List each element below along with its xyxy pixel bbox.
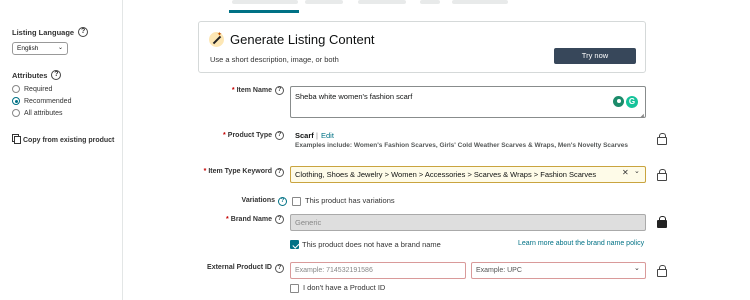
help-icon[interactable]: ? (275, 215, 284, 224)
help-icon[interactable]: ? (278, 197, 287, 206)
chevron-down-icon: ⌄ (57, 45, 63, 51)
variations-checkbox[interactable] (292, 197, 301, 206)
lock-icon (657, 169, 667, 181)
radio-recommended[interactable]: Recommended (12, 97, 71, 105)
copy-icon (12, 134, 21, 144)
radio-button[interactable] (12, 97, 20, 105)
chevron-down-icon[interactable]: ⌄ (634, 264, 640, 272)
radio-required[interactable]: Required (12, 85, 52, 93)
product-type-examples: Examples include: Women's Fashion Scarve… (295, 142, 629, 149)
attributes-heading: Attributes ? (12, 70, 62, 80)
no-product-id-checkbox[interactable] (290, 284, 299, 293)
grammarly-icon[interactable]: G (626, 96, 638, 108)
tab-active[interactable] (232, 0, 298, 4)
tab[interactable] (452, 0, 508, 4)
listing-language-heading: Listing Language ? (12, 27, 89, 37)
help-icon[interactable]: ? (275, 168, 284, 177)
generate-title: Generate Listing Content (230, 32, 375, 47)
magic-wand-icon (209, 31, 224, 47)
variations-checkbox-label: This product has variations (305, 196, 395, 205)
no-brand-checkbox[interactable] (290, 240, 299, 249)
help-icon[interactable]: ? (275, 264, 284, 273)
help-icon[interactable]: ? (78, 27, 89, 37)
product-type-value: Scarf (295, 131, 314, 140)
product-id-type-select[interactable]: Example: UPC (471, 262, 646, 279)
generate-listing-card: Generate Listing Content Use a short des… (198, 21, 646, 73)
radio-all-attributes[interactable]: All attributes (12, 109, 63, 117)
copy-from-existing-product[interactable]: Copy from existing product (12, 134, 117, 146)
tab[interactable] (420, 0, 440, 4)
brand-policy-link[interactable]: Learn more about the brand name policy (518, 240, 644, 247)
product-type-edit-link[interactable]: Edit (321, 131, 334, 140)
radio-button[interactable] (12, 85, 20, 93)
help-icon[interactable]: ? (275, 131, 284, 140)
radio-button[interactable] (12, 109, 20, 117)
location-pin-icon[interactable] (613, 96, 624, 107)
item-name-label: * Item Name (231, 87, 272, 94)
brand-name-label: * Brand Name (226, 216, 272, 223)
sidebar-divider (122, 0, 123, 300)
active-tab-indicator (229, 10, 299, 13)
lock-icon (657, 133, 667, 145)
textarea-extension-icons: G (613, 96, 638, 108)
lock-icon (657, 216, 667, 228)
external-product-id-input[interactable]: Example: 714532191586 (290, 262, 466, 279)
no-brand-checkbox-label: This product does not have a brand name (302, 240, 441, 249)
resize-handle-icon[interactable]: ◢ (640, 113, 644, 119)
help-icon[interactable]: ? (275, 86, 284, 95)
item-type-keyword-label: * Item Type Keyword (203, 168, 272, 175)
tab[interactable] (358, 0, 406, 4)
item-type-keyword-select[interactable]: Clothing, Shoes & Jewelry > Women > Acce… (290, 166, 646, 183)
external-product-id-label: External Product ID (207, 264, 272, 271)
item-name-field[interactable]: Sheba white women's fashion scarf (290, 86, 646, 118)
brand-name-input[interactable]: Generic (290, 214, 646, 231)
separator: | (316, 131, 318, 140)
try-now-button[interactable]: Try now (554, 48, 636, 64)
tab[interactable] (305, 0, 343, 4)
product-type-label: * Product Type (223, 132, 272, 139)
no-product-id-checkbox-label: I don't have a Product ID (303, 283, 386, 292)
sidebar: Listing Language ? English ⌄ Attributes … (0, 0, 122, 300)
clear-icon[interactable]: ✕ (622, 168, 629, 177)
help-icon[interactable]: ? (51, 70, 62, 80)
generate-subtitle: Use a short description, image, or both (210, 55, 339, 64)
variations-label: Variations (241, 197, 275, 204)
chevron-down-icon[interactable]: ⌄ (634, 167, 640, 175)
lock-icon (657, 265, 667, 277)
language-select[interactable]: English ⌄ (12, 42, 68, 55)
